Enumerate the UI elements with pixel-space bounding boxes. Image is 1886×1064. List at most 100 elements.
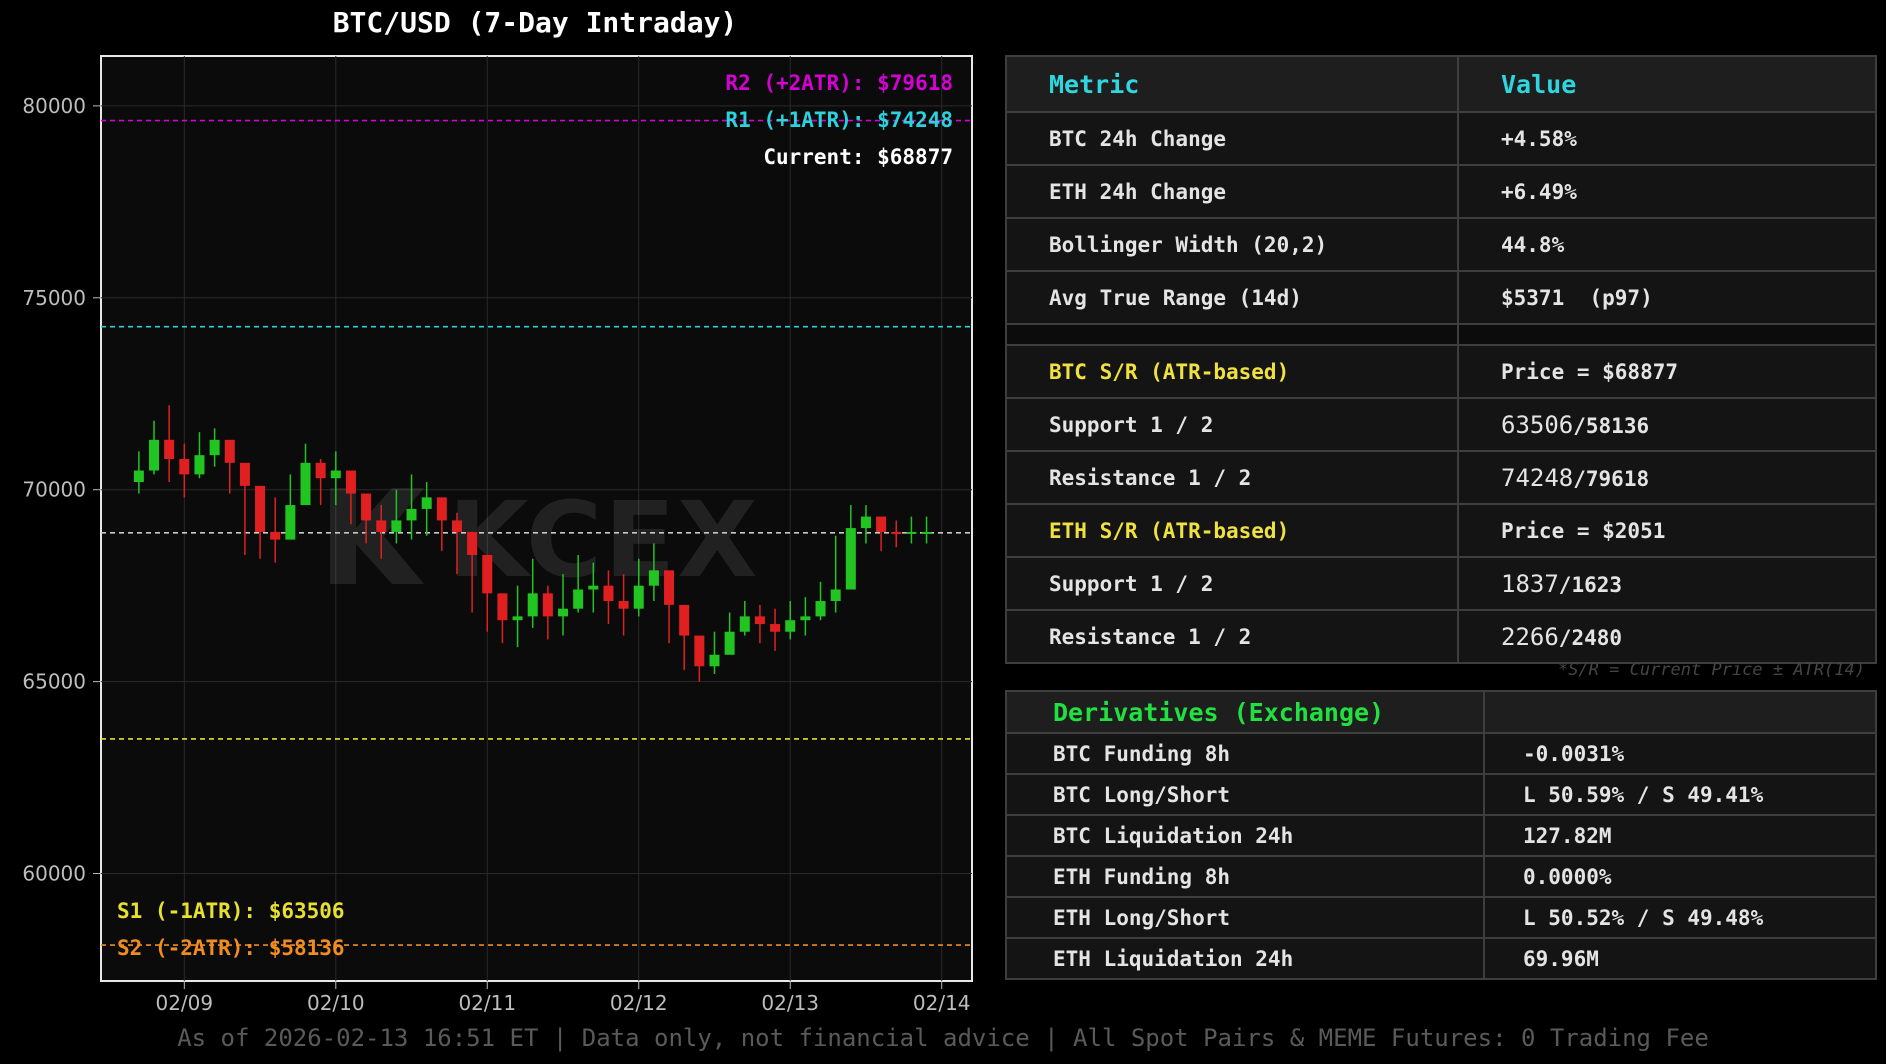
level-label: S1 (-1ATR): $63506 <box>117 899 345 923</box>
candle-body <box>618 601 629 609</box>
candle-body <box>754 616 765 625</box>
table-row: BTC 24h Change +4.58% <box>1005 111 1877 166</box>
table-row: BTC S/R (ATR-based) Price = $68877 <box>1005 344 1877 399</box>
candle-body <box>876 516 887 532</box>
candle-body <box>436 497 447 521</box>
candle-body <box>467 531 478 555</box>
metric-value: 74248/79618 <box>1457 450 1877 505</box>
metric-label: Bollinger Width (20,2) <box>1005 217 1459 272</box>
metric-label: Support 1 / 2 <box>1005 556 1459 611</box>
candle-body <box>921 531 932 534</box>
candle-body <box>588 585 599 590</box>
candle-body <box>724 631 735 655</box>
candle-body <box>270 531 281 540</box>
table-row: Support 1 / 2 63506/58136 <box>1005 397 1877 452</box>
candle-body <box>739 616 750 632</box>
metric-label: Resistance 1 / 2 <box>1005 450 1459 505</box>
value-column-header: Value <box>1457 55 1877 113</box>
candle-body <box>451 520 462 532</box>
table-row: Resistance 1 / 2 2266/2480 <box>1005 609 1877 664</box>
candle-body <box>497 593 508 621</box>
x-tick-label: 02/14 <box>913 991 971 1015</box>
btc-sr-section-label: BTC S/R (ATR-based) <box>1005 344 1459 399</box>
metric-label: BTC 24h Change <box>1005 111 1459 166</box>
metric-label: Support 1 / 2 <box>1005 397 1459 452</box>
candle-body <box>361 493 372 521</box>
derivative-label: BTC Liquidation 24h <box>1005 814 1485 857</box>
table-row: ETH Long/Short L 50.52% / S 49.48% <box>1005 896 1877 939</box>
candle-body <box>800 616 811 621</box>
candle-body <box>558 608 569 617</box>
derivative-value: 69.96M <box>1483 937 1877 980</box>
candle-body <box>512 616 523 621</box>
watermark-text: KCEX <box>448 479 759 601</box>
candle-body <box>330 470 341 479</box>
candle-body <box>224 439 235 463</box>
derivative-value: 0.0000% <box>1483 855 1877 898</box>
derivative-label: ETH Long/Short <box>1005 896 1485 939</box>
y-tick-label: 65000 <box>22 670 86 694</box>
metric-value: 44.8% <box>1457 217 1877 272</box>
y-tick-label: 60000 <box>22 862 86 886</box>
candle-body <box>255 485 266 532</box>
x-tick-label: 02/09 <box>155 991 213 1015</box>
candle-body <box>830 589 841 602</box>
derivative-value: L 50.59% / S 49.41% <box>1483 773 1877 816</box>
derivative-value: -0.0031% <box>1483 732 1877 775</box>
table-row: BTC Long/Short L 50.59% / S 49.41% <box>1005 773 1877 816</box>
y-tick-label: 70000 <box>22 478 86 502</box>
candle-body <box>815 601 826 617</box>
derivative-value: L 50.52% / S 49.48% <box>1483 896 1877 939</box>
candle-body <box>376 520 387 532</box>
candle-body <box>709 654 720 667</box>
metric-value: Price = $2051 <box>1457 503 1877 558</box>
candle-body <box>860 516 871 529</box>
metrics-header-row: Metric Value <box>1005 55 1877 113</box>
metric-label: ETH 24h Change <box>1005 164 1459 219</box>
candle-body <box>179 459 190 475</box>
sr-footnote: *S/R = Current Price ± ATR(14) <box>1557 660 1865 680</box>
candle-body <box>149 439 160 471</box>
metric-value: 2266/2480 <box>1457 609 1877 664</box>
eth-sr-section-label: ETH S/R (ATR-based) <box>1005 503 1459 558</box>
table-row: ETH Liquidation 24h 69.96M <box>1005 937 1877 980</box>
table-row: ETH 24h Change +6.49% <box>1005 164 1877 219</box>
table-spacer-row <box>1005 323 1877 346</box>
metrics-table: Metric Value BTC 24h Change +4.58% ETH 2… <box>1005 55 1877 664</box>
y-tick-label: 75000 <box>22 286 86 310</box>
candle-body <box>391 520 402 532</box>
derivatives-title: Derivatives (Exchange) <box>1005 690 1485 734</box>
candle-body <box>133 470 144 483</box>
candle-body <box>891 531 902 534</box>
metric-value: 63506/58136 <box>1457 397 1877 452</box>
candle-body <box>633 585 644 609</box>
footer-disclaimer: As of 2026-02-13 16:51 ET | Data only, n… <box>177 1024 1709 1052</box>
candle-body <box>527 593 538 617</box>
candle-body <box>482 554 493 594</box>
y-tick-label: 80000 <box>22 94 86 118</box>
candle-body <box>664 570 675 605</box>
x-tick-label: 02/10 <box>307 991 365 1015</box>
table-row: Support 1 / 2 1837/1623 <box>1005 556 1877 611</box>
derivative-label: BTC Long/Short <box>1005 773 1485 816</box>
x-tick-label: 02/11 <box>458 991 516 1015</box>
candle-body <box>648 570 659 586</box>
metric-value: $5371 (p97) <box>1457 270 1877 325</box>
candle-body <box>194 455 205 475</box>
table-row: BTC Liquidation 24h 127.82M <box>1005 814 1877 857</box>
derivative-label: ETH Funding 8h <box>1005 855 1485 898</box>
candle-body <box>285 505 296 540</box>
price-chart: KCEX R2 (+2ATR): $79618 R1 (+1ATR): $7424… <box>22 55 973 1015</box>
level-label: Current: $68877 <box>763 145 953 169</box>
table-row: ETH Funding 8h 0.0000% <box>1005 855 1877 898</box>
level-label: R2 (+2ATR): $79618 <box>725 71 953 95</box>
table-row: Bollinger Width (20,2) 44.8% <box>1005 217 1877 272</box>
derivative-value: 127.82M <box>1483 814 1877 857</box>
candle-body <box>300 462 311 506</box>
candle-body <box>209 439 220 456</box>
candle-body <box>845 528 856 590</box>
table-row: Avg True Range (14d) $5371 (p97) <box>1005 270 1877 325</box>
metric-label: Avg True Range (14d) <box>1005 270 1459 325</box>
candle-body <box>603 585 614 602</box>
candle-body <box>542 593 553 617</box>
